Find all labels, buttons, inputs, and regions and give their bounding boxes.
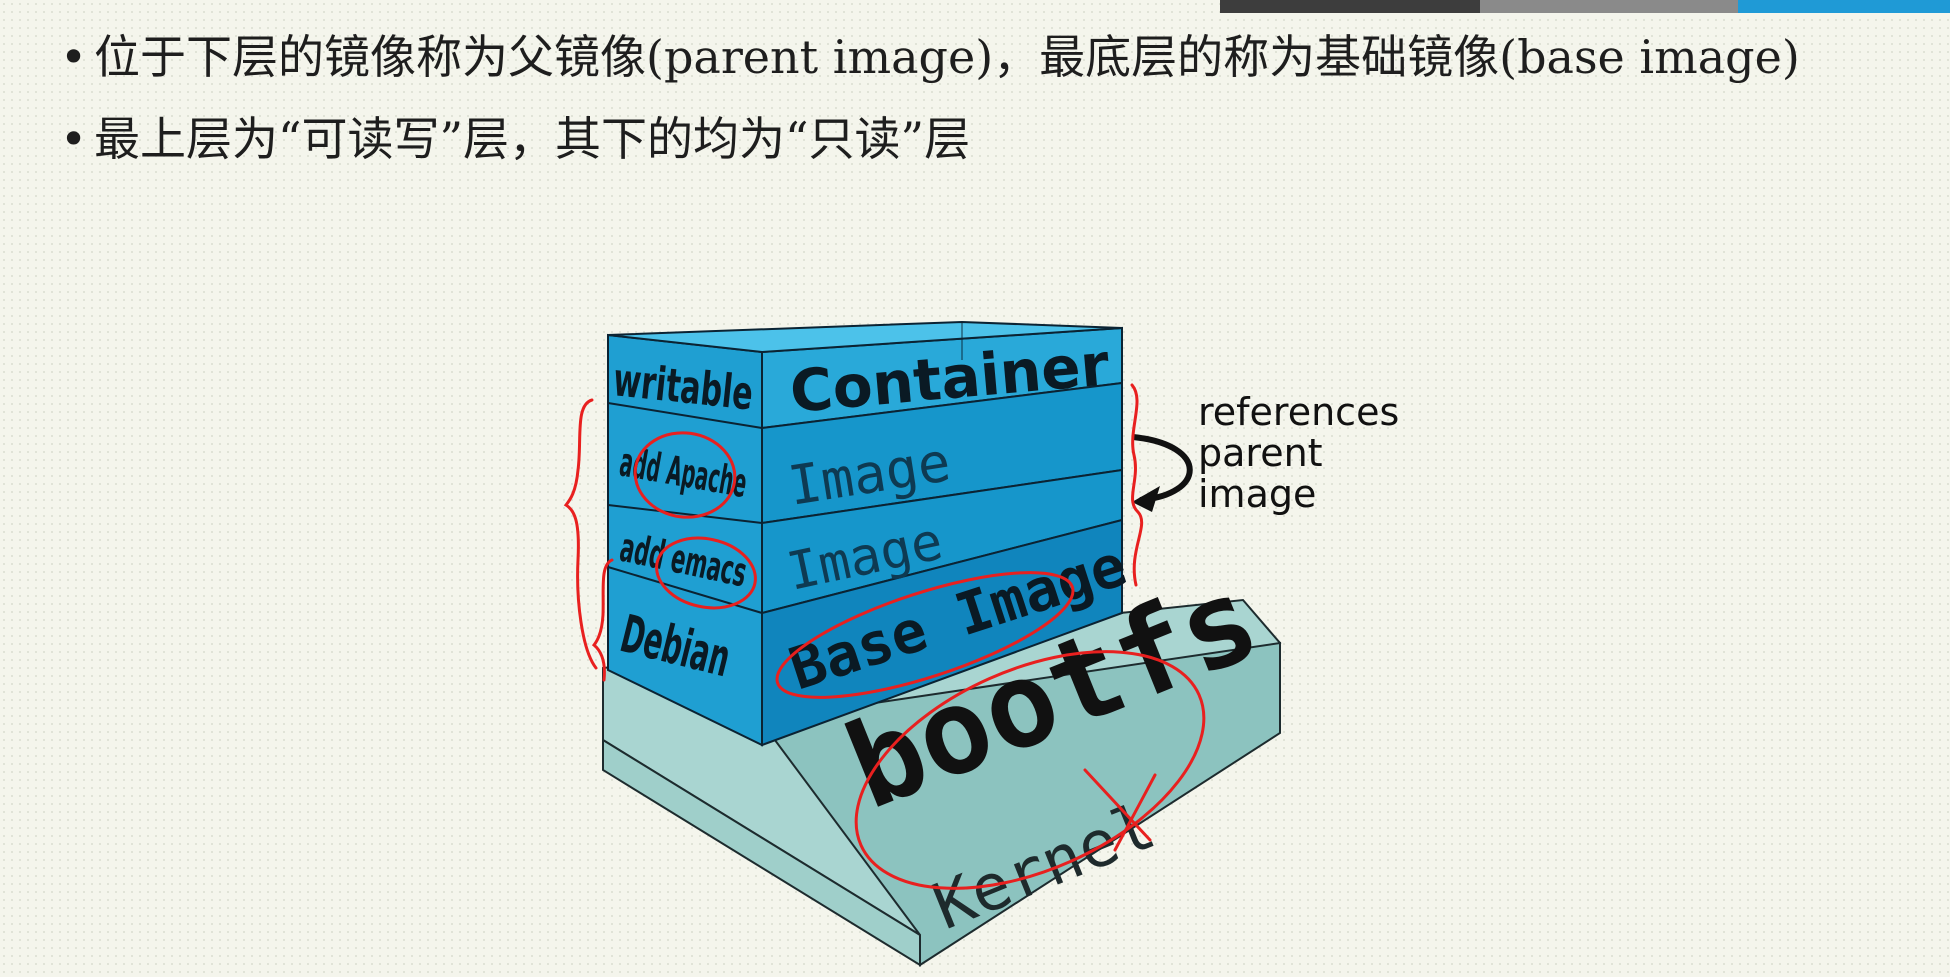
references-label: references parent image xyxy=(1198,390,1411,516)
layered-filesystem-diagram: bootfs Kernel writable add Apache add em… xyxy=(563,320,1411,967)
left-brace-annotation xyxy=(563,398,598,670)
curved-arrow-icon xyxy=(1132,434,1193,503)
references-annotation: references parent image xyxy=(1132,390,1411,516)
right-brace-annotation xyxy=(1130,383,1144,587)
